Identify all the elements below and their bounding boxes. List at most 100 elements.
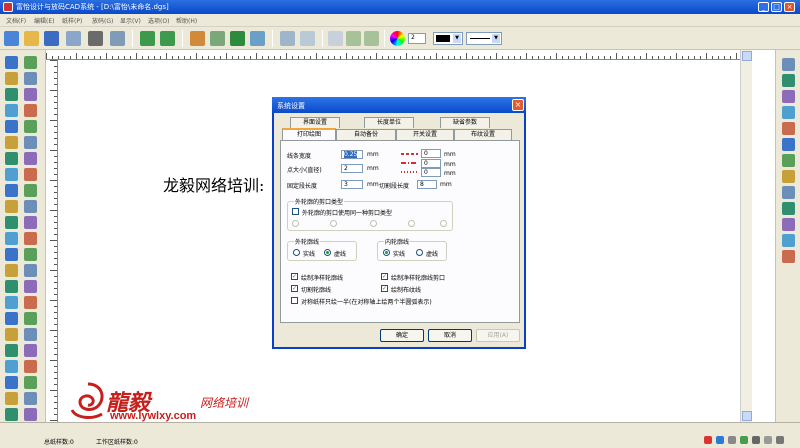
notch-type-radio-2[interactable] [330, 220, 337, 227]
drawing-tool-icon[interactable] [24, 184, 37, 197]
drawing-tool-icon[interactable] [5, 72, 18, 85]
drawing-tool-icon[interactable] [5, 312, 18, 325]
grading-tool-icon[interactable] [782, 202, 795, 215]
drawing-tool-icon[interactable] [5, 344, 18, 357]
tab-grain-settings[interactable]: 布纹设置 [454, 129, 512, 140]
print-icon[interactable] [110, 31, 125, 46]
outer-solid-radio[interactable] [293, 249, 300, 256]
menu-icon[interactable] [776, 436, 784, 444]
ok-button[interactable]: 确定 [380, 329, 424, 342]
drawing-tool-icon[interactable] [5, 264, 18, 277]
tab-auto-backup[interactable]: 自动备份 [336, 129, 396, 140]
tab-interface[interactable]: 界面设置 [290, 117, 340, 128]
drawing-tool-icon[interactable] [5, 408, 18, 421]
drawing-tool-icon[interactable] [24, 88, 37, 101]
drawing-tool-icon[interactable] [24, 200, 37, 213]
grading-tool-icon[interactable] [782, 170, 795, 183]
drawing-tool-icon[interactable] [5, 136, 18, 149]
drawing-tool-icon[interactable] [24, 312, 37, 325]
drawing-tool-icon[interactable] [24, 248, 37, 261]
grading-tool-icon[interactable] [782, 138, 795, 151]
menu-pattern[interactable]: 纸样(P) [62, 16, 82, 25]
grading-tool-icon[interactable] [782, 250, 795, 263]
notch-type-radio-5[interactable] [440, 220, 447, 227]
close-button[interactable]: × [784, 2, 795, 12]
drawing-tool-icon[interactable] [24, 280, 37, 293]
draw-grain-checkbox[interactable]: ✓ [381, 285, 388, 292]
menu-help[interactable]: 帮助(H) [176, 16, 197, 25]
fixed-segment-field[interactable]: 3 [341, 180, 363, 189]
tab-switch-settings[interactable]: 开关设置 [396, 129, 454, 140]
pen-icon[interactable] [280, 31, 295, 46]
drawing-tool-icon[interactable] [5, 360, 18, 373]
grading-tool-icon[interactable] [782, 90, 795, 103]
undo-icon[interactable] [140, 31, 155, 46]
notch-type-radio-4[interactable] [408, 220, 415, 227]
drawing-tool-icon[interactable] [5, 296, 18, 309]
color-select[interactable]: ▼ [433, 32, 463, 45]
line-width-input[interactable]: 2 [408, 33, 426, 44]
tab-print-plot[interactable]: 打印绘图 [282, 128, 336, 140]
right-field-3[interactable]: 0 [421, 168, 441, 177]
vertical-scrollbar[interactable] [740, 50, 752, 422]
drawing-tool-icon[interactable] [5, 328, 18, 341]
shirt-icon[interactable] [230, 31, 245, 46]
drawing-tool-icon[interactable] [24, 232, 37, 245]
tab-length-unit[interactable]: 长度单位 [364, 117, 414, 128]
scroll-up-arrow[interactable] [742, 51, 752, 61]
grading-tool-icon[interactable] [782, 74, 795, 87]
inner-dashed-radio[interactable] [416, 249, 423, 256]
notch-type-radio-3[interactable] [370, 220, 377, 227]
drawing-tool-icon[interactable] [5, 120, 18, 133]
menu-file[interactable]: 文档(F) [6, 16, 26, 25]
drawing-tool-icon[interactable] [24, 264, 37, 277]
drawing-tool-icon[interactable] [24, 344, 37, 357]
right-field-1[interactable]: 0 [421, 149, 441, 158]
drawing-tool-icon[interactable] [5, 168, 18, 181]
drawing-tool-icon[interactable] [24, 120, 37, 133]
drawing-tool-icon[interactable] [5, 392, 18, 405]
right-field-2[interactable]: 0 [421, 159, 441, 168]
drawing-tool-icon[interactable] [24, 408, 37, 421]
grade-icon[interactable] [250, 31, 265, 46]
draw-net-notch-checkbox[interactable]: ✓ [381, 273, 388, 280]
apply-button[interactable]: 应用(A) [476, 329, 520, 342]
menu-view[interactable]: 显示(V) [120, 16, 141, 25]
drawing-tool-icon[interactable] [5, 280, 18, 293]
cut-segment-field[interactable]: 8 [417, 180, 437, 189]
drawing-tool-icon[interactable] [24, 136, 37, 149]
same-notch-checkbox[interactable] [292, 208, 299, 215]
tab-default-params[interactable]: 缺省参数 [440, 117, 490, 128]
point-size-field[interactable]: 2 [341, 164, 363, 173]
drawing-tool-icon[interactable] [24, 360, 37, 373]
ruler-icon[interactable] [300, 31, 315, 46]
drawing-tool-icon[interactable] [24, 216, 37, 229]
drawing-tool-icon[interactable] [5, 248, 18, 261]
ime-icon[interactable] [704, 436, 712, 444]
drawing-tool-icon[interactable] [24, 296, 37, 309]
grading-tool-icon[interactable] [782, 186, 795, 199]
pattern-a-icon[interactable] [346, 31, 361, 46]
drawing-tool-icon[interactable] [5, 200, 18, 213]
keyboard-icon[interactable] [752, 436, 760, 444]
minimize-button[interactable]: _ [758, 2, 769, 12]
drawing-tool-icon[interactable] [5, 152, 18, 165]
drawing-tool-icon[interactable] [24, 328, 37, 341]
scroll-down-arrow[interactable] [742, 411, 752, 421]
grading-tool-icon[interactable] [782, 218, 795, 231]
new-file-icon[interactable] [4, 31, 19, 46]
inner-solid-radio[interactable] [383, 249, 390, 256]
punctuation-icon[interactable] [728, 436, 736, 444]
menu-options[interactable]: 选项(O) [148, 16, 169, 25]
camera-icon[interactable] [88, 31, 103, 46]
notch-type-radio-1[interactable] [292, 220, 299, 227]
drawing-tool-icon[interactable] [24, 168, 37, 181]
drawing-tool-icon[interactable] [5, 376, 18, 389]
open-file-icon[interactable] [24, 31, 39, 46]
color-wheel-icon[interactable] [390, 31, 405, 46]
grading-tool-icon[interactable] [782, 106, 795, 119]
drawing-tool-icon[interactable] [5, 88, 18, 101]
save-icon[interactable] [44, 31, 59, 46]
maximize-button[interactable]: □ [771, 2, 782, 12]
drawing-tool-icon[interactable] [24, 104, 37, 117]
